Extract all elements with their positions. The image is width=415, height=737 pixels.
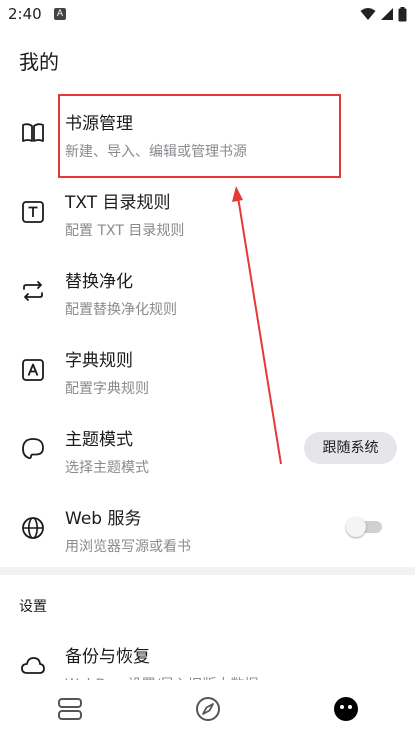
bookshelf-icon[interactable] bbox=[55, 694, 85, 724]
compass-icon[interactable] bbox=[193, 694, 223, 724]
bottom-nav bbox=[0, 680, 415, 737]
annotation-arrow-icon bbox=[232, 186, 282, 465]
face-icon[interactable] bbox=[331, 694, 361, 724]
